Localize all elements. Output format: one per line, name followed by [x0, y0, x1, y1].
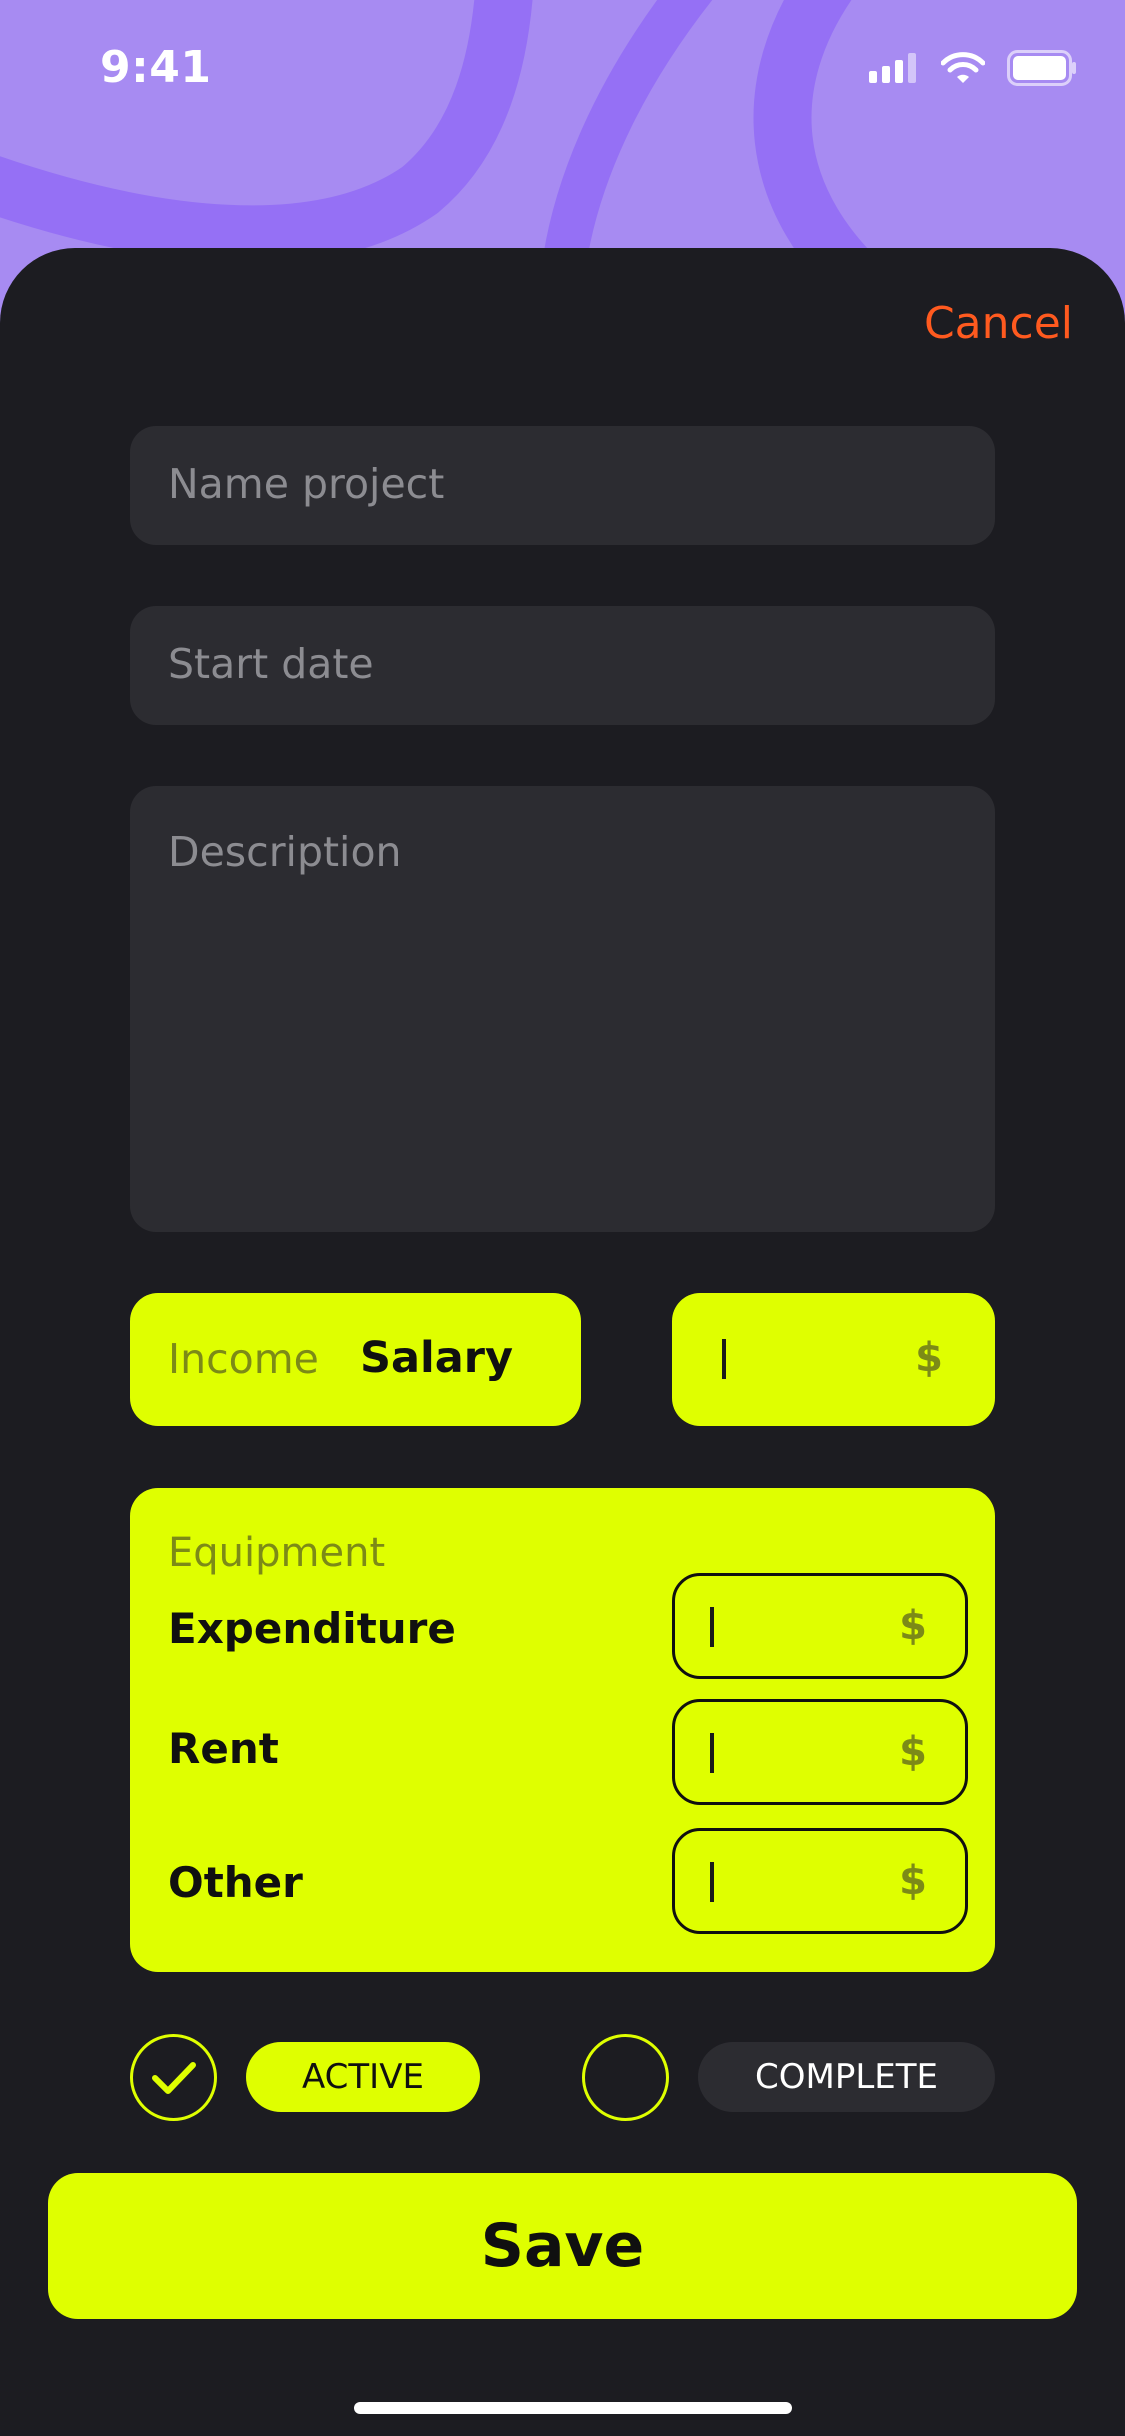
- name-project-placeholder: Name project: [168, 460, 445, 508]
- rent-amount-input[interactable]: $: [672, 1699, 968, 1805]
- checkmark-icon: [152, 2062, 196, 2094]
- home-indicator: [354, 2402, 792, 2414]
- expenditure-amount-input[interactable]: $: [672, 1573, 968, 1679]
- battery-icon: [1007, 50, 1076, 86]
- income-label: Income: [168, 1335, 319, 1383]
- income-value: Salary: [360, 1333, 513, 1383]
- status-bar: 9:41: [0, 0, 1125, 140]
- active-radio[interactable]: [130, 2034, 217, 2121]
- save-button[interactable]: Save: [48, 2173, 1077, 2319]
- project-status-row: ACTIVE COMPLETE: [0, 2032, 1125, 2122]
- other-amount-input[interactable]: $: [672, 1828, 968, 1934]
- description-placeholder: Description: [168, 828, 402, 876]
- active-status-pill[interactable]: ACTIVE: [246, 2042, 480, 2112]
- status-time: 9:41: [100, 42, 212, 93]
- currency-symbol: $: [899, 1603, 927, 1649]
- description-textarea[interactable]: Description: [130, 786, 995, 1232]
- cancel-button[interactable]: Cancel: [924, 298, 1073, 349]
- income-amount-input[interactable]: $: [672, 1293, 995, 1426]
- equipment-card: Equipment Expenditure $ Rent $ Other $: [130, 1488, 995, 1972]
- signal-icon: [869, 53, 916, 83]
- currency-symbol: $: [915, 1335, 943, 1381]
- currency-symbol: $: [899, 1858, 927, 1904]
- other-label: Other: [168, 1858, 303, 1907]
- equipment-title: Equipment: [168, 1530, 386, 1576]
- start-date-placeholder: Start date: [168, 640, 374, 688]
- complete-status-pill[interactable]: COMPLETE: [698, 2042, 995, 2112]
- expenditure-label: Expenditure: [168, 1604, 456, 1653]
- currency-symbol: $: [899, 1729, 927, 1775]
- income-selector[interactable]: Income Salary: [130, 1293, 581, 1426]
- name-project-input[interactable]: Name project: [130, 426, 995, 545]
- complete-radio[interactable]: [582, 2034, 669, 2121]
- text-cursor: [710, 1607, 714, 1647]
- status-icons: [869, 50, 1077, 86]
- text-cursor: [710, 1733, 714, 1773]
- form-sheet: Cancel Name project Start date Descripti…: [0, 248, 1125, 2436]
- wifi-icon: [941, 52, 985, 83]
- rent-label: Rent: [168, 1724, 279, 1773]
- text-cursor: [722, 1339, 726, 1379]
- start-date-input[interactable]: Start date: [130, 606, 995, 725]
- text-cursor: [710, 1862, 714, 1902]
